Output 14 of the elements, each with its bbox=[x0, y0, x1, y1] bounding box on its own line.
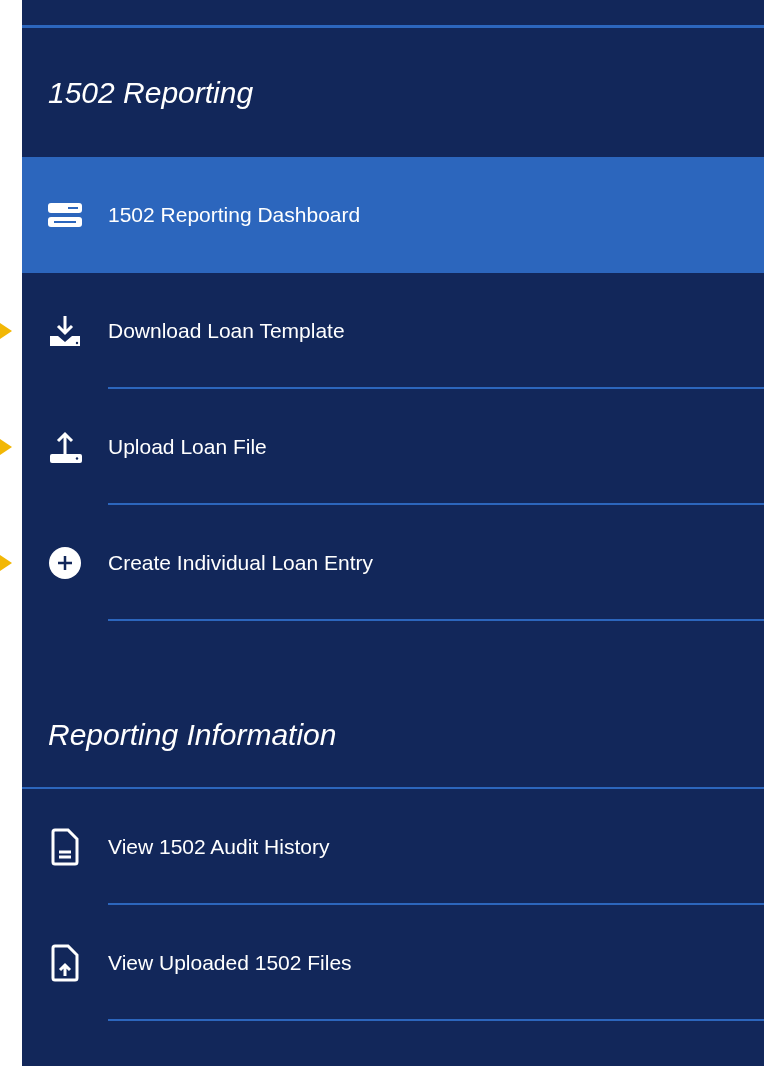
server-icon bbox=[48, 203, 82, 227]
download-icon bbox=[48, 314, 82, 348]
nav-item[interactable]: Upload Loan File bbox=[22, 389, 764, 505]
file-upload-icon bbox=[51, 944, 79, 982]
document-icon bbox=[51, 828, 79, 866]
section-heading: Reporting Information bbox=[48, 716, 337, 753]
upload-icon bbox=[48, 430, 82, 464]
plus-icon bbox=[48, 546, 82, 580]
nav-item[interactable]: Download Loan Template bbox=[22, 273, 764, 389]
section-heading: 1502 Reporting bbox=[48, 75, 254, 111]
nav-item[interactable]: View Uploaded 1502 Files bbox=[22, 905, 764, 1021]
nav-item[interactable]: View 1502 Audit History bbox=[22, 789, 764, 905]
nav-item[interactable]: Create Individual Loan Entry bbox=[22, 505, 764, 621]
nav-item[interactable]: 1502 Reporting Dashboard bbox=[22, 157, 764, 273]
